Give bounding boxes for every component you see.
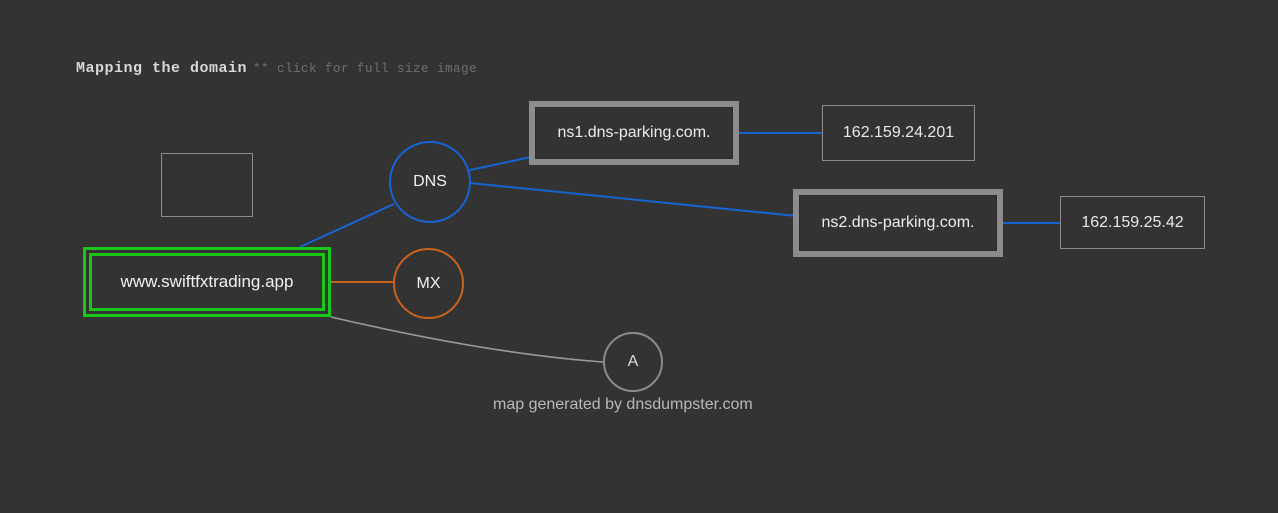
domain-node[interactable]: www.swiftfxtrading.app: [83, 247, 331, 317]
ip-node-162-159-24-201[interactable]: 162.159.24.201: [822, 105, 975, 161]
nameserver-node-ns2[interactable]: ns2.dns-parking.com.: [793, 189, 1003, 257]
ip-node-ns1-label: 162.159.24.201: [842, 124, 955, 141]
record-node-mx[interactable]: MX: [393, 248, 464, 319]
nameserver-ns2-label: ns2.dns-parking.com.: [821, 214, 975, 231]
record-node-dns[interactable]: DNS: [389, 141, 471, 223]
diagram-caption-text: map generated by dnsdumpster.com: [493, 396, 753, 413]
domain-node-label: www.swiftfxtrading.app: [120, 272, 294, 291]
record-node-mx-label: MX: [416, 274, 441, 292]
record-node-a-label: A: [627, 353, 639, 370]
nameserver-ns1-label: ns1.dns-parking.com.: [557, 124, 711, 141]
ip-node-ns2-label: 162.159.25.42: [1081, 213, 1184, 231]
empty-node-box[interactable]: [161, 153, 253, 217]
ip-node-162-159-25-42[interactable]: 162.159.25.42: [1060, 196, 1205, 249]
nameserver-node-ns1[interactable]: ns1.dns-parking.com.: [529, 101, 739, 165]
edge-dns-ns1: [469, 155, 537, 171]
record-node-dns-label: DNS: [413, 173, 447, 190]
record-node-a[interactable]: A: [603, 332, 663, 392]
dns-map-diagram: www.swiftfxtrading.app DNS MX A ns1.dns-…: [0, 0, 1278, 513]
edge-domain-a: [330, 316, 604, 363]
edge-domain-dns: [299, 203, 395, 248]
edge-dns-ns2: [468, 182, 798, 217]
